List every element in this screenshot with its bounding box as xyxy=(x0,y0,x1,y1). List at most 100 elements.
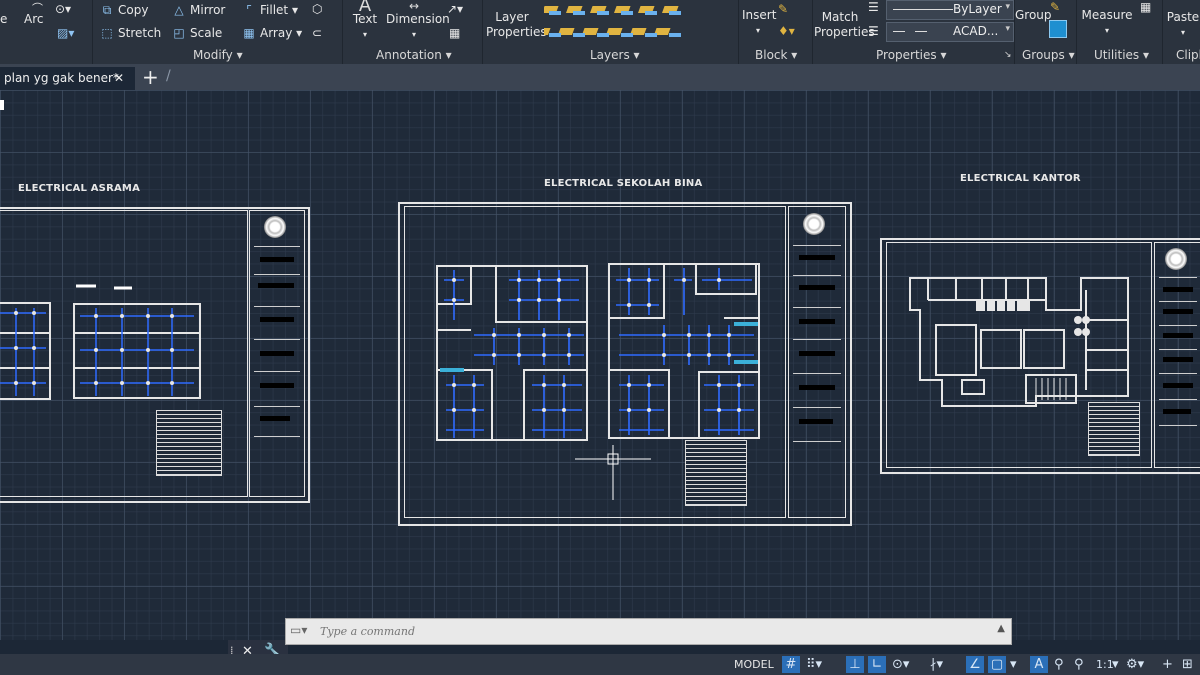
annotation-panel-label[interactable]: Annotation ▾ xyxy=(376,48,452,62)
annotation-visibility-icon[interactable]: A xyxy=(1030,656,1048,673)
arc-icon: ⌒ xyxy=(32,2,43,15)
legend-table-kantor xyxy=(1088,402,1140,456)
layer-properties-button[interactable]: Layer Properties xyxy=(486,10,547,40)
insert-button[interactable]: Insert ▾ xyxy=(742,8,776,38)
layer-tools-icons[interactable] xyxy=(544,2,724,42)
hatch-icon[interactable]: ▨▾ xyxy=(57,26,74,40)
lineweight-select[interactable]: ByLayer ▾ xyxy=(886,0,1014,20)
title-block-asrama xyxy=(249,210,305,497)
logo-icon xyxy=(803,213,825,235)
polar-tracking-icon[interactable]: ⊙▾ xyxy=(892,656,909,673)
command-expand-icon[interactable]: ▲ xyxy=(997,623,1005,634)
infer-constraints-icon[interactable]: ⊥ xyxy=(846,656,864,673)
properties-launcher-icon[interactable]: ↘ xyxy=(1004,50,1012,60)
fillet-icon: ⌜ xyxy=(246,3,252,17)
file-tab-bar: plan yg gak bener* ✕ + / xyxy=(0,64,1200,90)
match-properties-label-1: Match xyxy=(821,10,859,24)
array-button[interactable]: ▦ Array ▾ xyxy=(242,26,302,40)
group-label: Group xyxy=(1015,8,1052,22)
linetype-icon: ☰ xyxy=(868,24,879,38)
object-snap-tracking-icon[interactable]: ∠ xyxy=(966,656,984,673)
leader-icon[interactable]: ↗▾ xyxy=(447,2,463,16)
floor-plan-sekolah-bina xyxy=(436,263,760,441)
status-bar: MODEL # ⠿▾ ⊥ ∟ ⊙▾ ∤▾ ∠ ▢ ▾ A ⚲ ⚲ 1:1 ▾ ⚙… xyxy=(0,654,1200,675)
layers-panel-title: Layers xyxy=(590,48,630,62)
annotation-monitor-icon[interactable]: + xyxy=(1162,656,1173,673)
units-icon[interactable]: ⊞ xyxy=(1182,656,1193,673)
new-tab-icon[interactable]: + xyxy=(142,64,159,90)
fillet-label: Fillet xyxy=(260,3,289,17)
dimension-dropdown-icon: ▾ xyxy=(411,30,416,39)
isodraft-icon[interactable]: ∤▾ xyxy=(930,656,943,673)
title-block-sekolah-bina xyxy=(788,206,846,518)
paste-dropdown-icon: ▾ xyxy=(1180,28,1185,37)
measure-label: Measure xyxy=(1081,8,1133,22)
match-properties-button[interactable]: Match Properties xyxy=(814,10,875,40)
file-tab-label: plan yg gak bener* xyxy=(4,71,119,85)
auto-scale-icon[interactable]: ⚲ xyxy=(1054,656,1064,673)
drawing-title-asrama: ELECTRICAL ASRAMA xyxy=(18,183,141,194)
paste-button[interactable]: Paste ▾ xyxy=(1166,10,1200,40)
table-icon[interactable]: ▦ xyxy=(449,26,460,40)
measure-button[interactable]: Measure ▾ xyxy=(1080,8,1134,38)
utilities-panel-label[interactable]: Utilities ▾ xyxy=(1094,48,1149,62)
ellipse-icon[interactable]: ⊙▾ xyxy=(55,2,71,16)
annotation-scale-dropdown-icon[interactable]: ▾ xyxy=(1112,656,1119,673)
legend-table-asrama xyxy=(156,410,222,476)
close-tab-icon[interactable]: ✕ xyxy=(114,67,124,90)
ortho-mode-icon[interactable]: ∟ xyxy=(868,656,886,673)
dimension-button[interactable]: ↔ Dimension ▾ xyxy=(386,0,450,42)
annotation-scale-icon[interactable]: ⚲ xyxy=(1074,656,1084,673)
mirror-button[interactable]: △ Mirror xyxy=(172,3,225,17)
linetype-value: ACAD... xyxy=(953,24,999,38)
clipboard-panel-label[interactable]: Clipb xyxy=(1176,48,1200,62)
lineweight-icon: ☰ xyxy=(868,0,879,14)
fillet-button[interactable]: ⌜ Fillet ▾ xyxy=(242,3,298,17)
dimension-label: Dimension xyxy=(386,12,450,26)
crosshair-cursor-icon xyxy=(575,445,651,500)
scale-button[interactable]: ◰ Scale xyxy=(172,26,222,40)
copy-icon: ⧉ xyxy=(102,3,112,17)
ungroup-icon[interactable]: ✎ xyxy=(1050,0,1060,14)
modify-panel-label[interactable]: Modify ▾ xyxy=(193,48,243,62)
group-select-icon[interactable] xyxy=(1049,20,1067,38)
solid-icon[interactable]: ⬡ xyxy=(312,2,322,16)
legend-table-sekolah-bina xyxy=(685,440,747,506)
block-attribute-icon[interactable]: ♦▾ xyxy=(778,24,795,38)
layers-panel-label[interactable]: Layers ▾ xyxy=(590,48,640,62)
quick-calc-icon[interactable]: ▦ xyxy=(1140,0,1151,14)
draw-e-label: e xyxy=(0,12,8,26)
object-snap-icon[interactable]: ▢ xyxy=(988,656,1006,673)
annotation-panel-title: Annotation xyxy=(376,48,442,62)
group-button[interactable]: Group xyxy=(1015,8,1052,23)
model-space-button[interactable]: MODEL xyxy=(734,656,774,673)
drawing-canvas[interactable]: ELECTRICAL ASRAMA ELECTRICAL SEKOLAH BIN… xyxy=(0,90,1200,640)
snap-mode-icon[interactable]: ⠿▾ xyxy=(806,656,822,673)
workspace-gear-icon[interactable]: ⚙▾ xyxy=(1126,656,1144,673)
block-panel-label[interactable]: Block ▾ xyxy=(755,48,797,62)
copy-button[interactable]: ⧉ Copy xyxy=(100,3,149,17)
object-snap-dropdown-icon[interactable]: ▾ xyxy=(1010,656,1017,673)
text-icon: A xyxy=(358,0,372,16)
properties-panel-label[interactable]: Properties ▾ xyxy=(876,48,947,62)
stretch-button[interactable]: ⬚ Stretch xyxy=(100,26,161,40)
command-history-icon[interactable]: ▭▾ xyxy=(290,623,307,637)
stretch-label: Stretch xyxy=(118,26,162,40)
groups-panel-label[interactable]: Groups ▾ xyxy=(1022,48,1075,62)
floor-plan-asrama xyxy=(0,284,201,400)
grid-toggle-icon[interactable]: # xyxy=(782,656,800,673)
copy-label: Copy xyxy=(118,3,149,17)
offset-icon[interactable]: ⊂ xyxy=(312,26,322,40)
drawing-title-kantor: ELECTRICAL KANTOR xyxy=(960,173,1081,184)
command-line[interactable]: ▭▾ ▲ xyxy=(285,618,1012,645)
measure-dropdown-icon: ▾ xyxy=(1104,26,1109,35)
drawing-title-sekolah-bina: ELECTRICAL SEKOLAH BINA xyxy=(544,178,703,189)
block-edit-icon[interactable]: ✎ xyxy=(778,2,788,16)
linetype-select[interactable]: ACAD... ▾ xyxy=(886,22,1014,42)
lineweight-dropdown-icon: ▾ xyxy=(1005,2,1010,12)
dimension-icon: ↔ xyxy=(408,0,420,13)
text-button[interactable]: A Text ▾ xyxy=(350,0,380,42)
file-tab[interactable]: plan yg gak bener* ✕ xyxy=(0,67,135,90)
tab-divider: / xyxy=(166,68,171,84)
command-input[interactable] xyxy=(318,622,982,640)
